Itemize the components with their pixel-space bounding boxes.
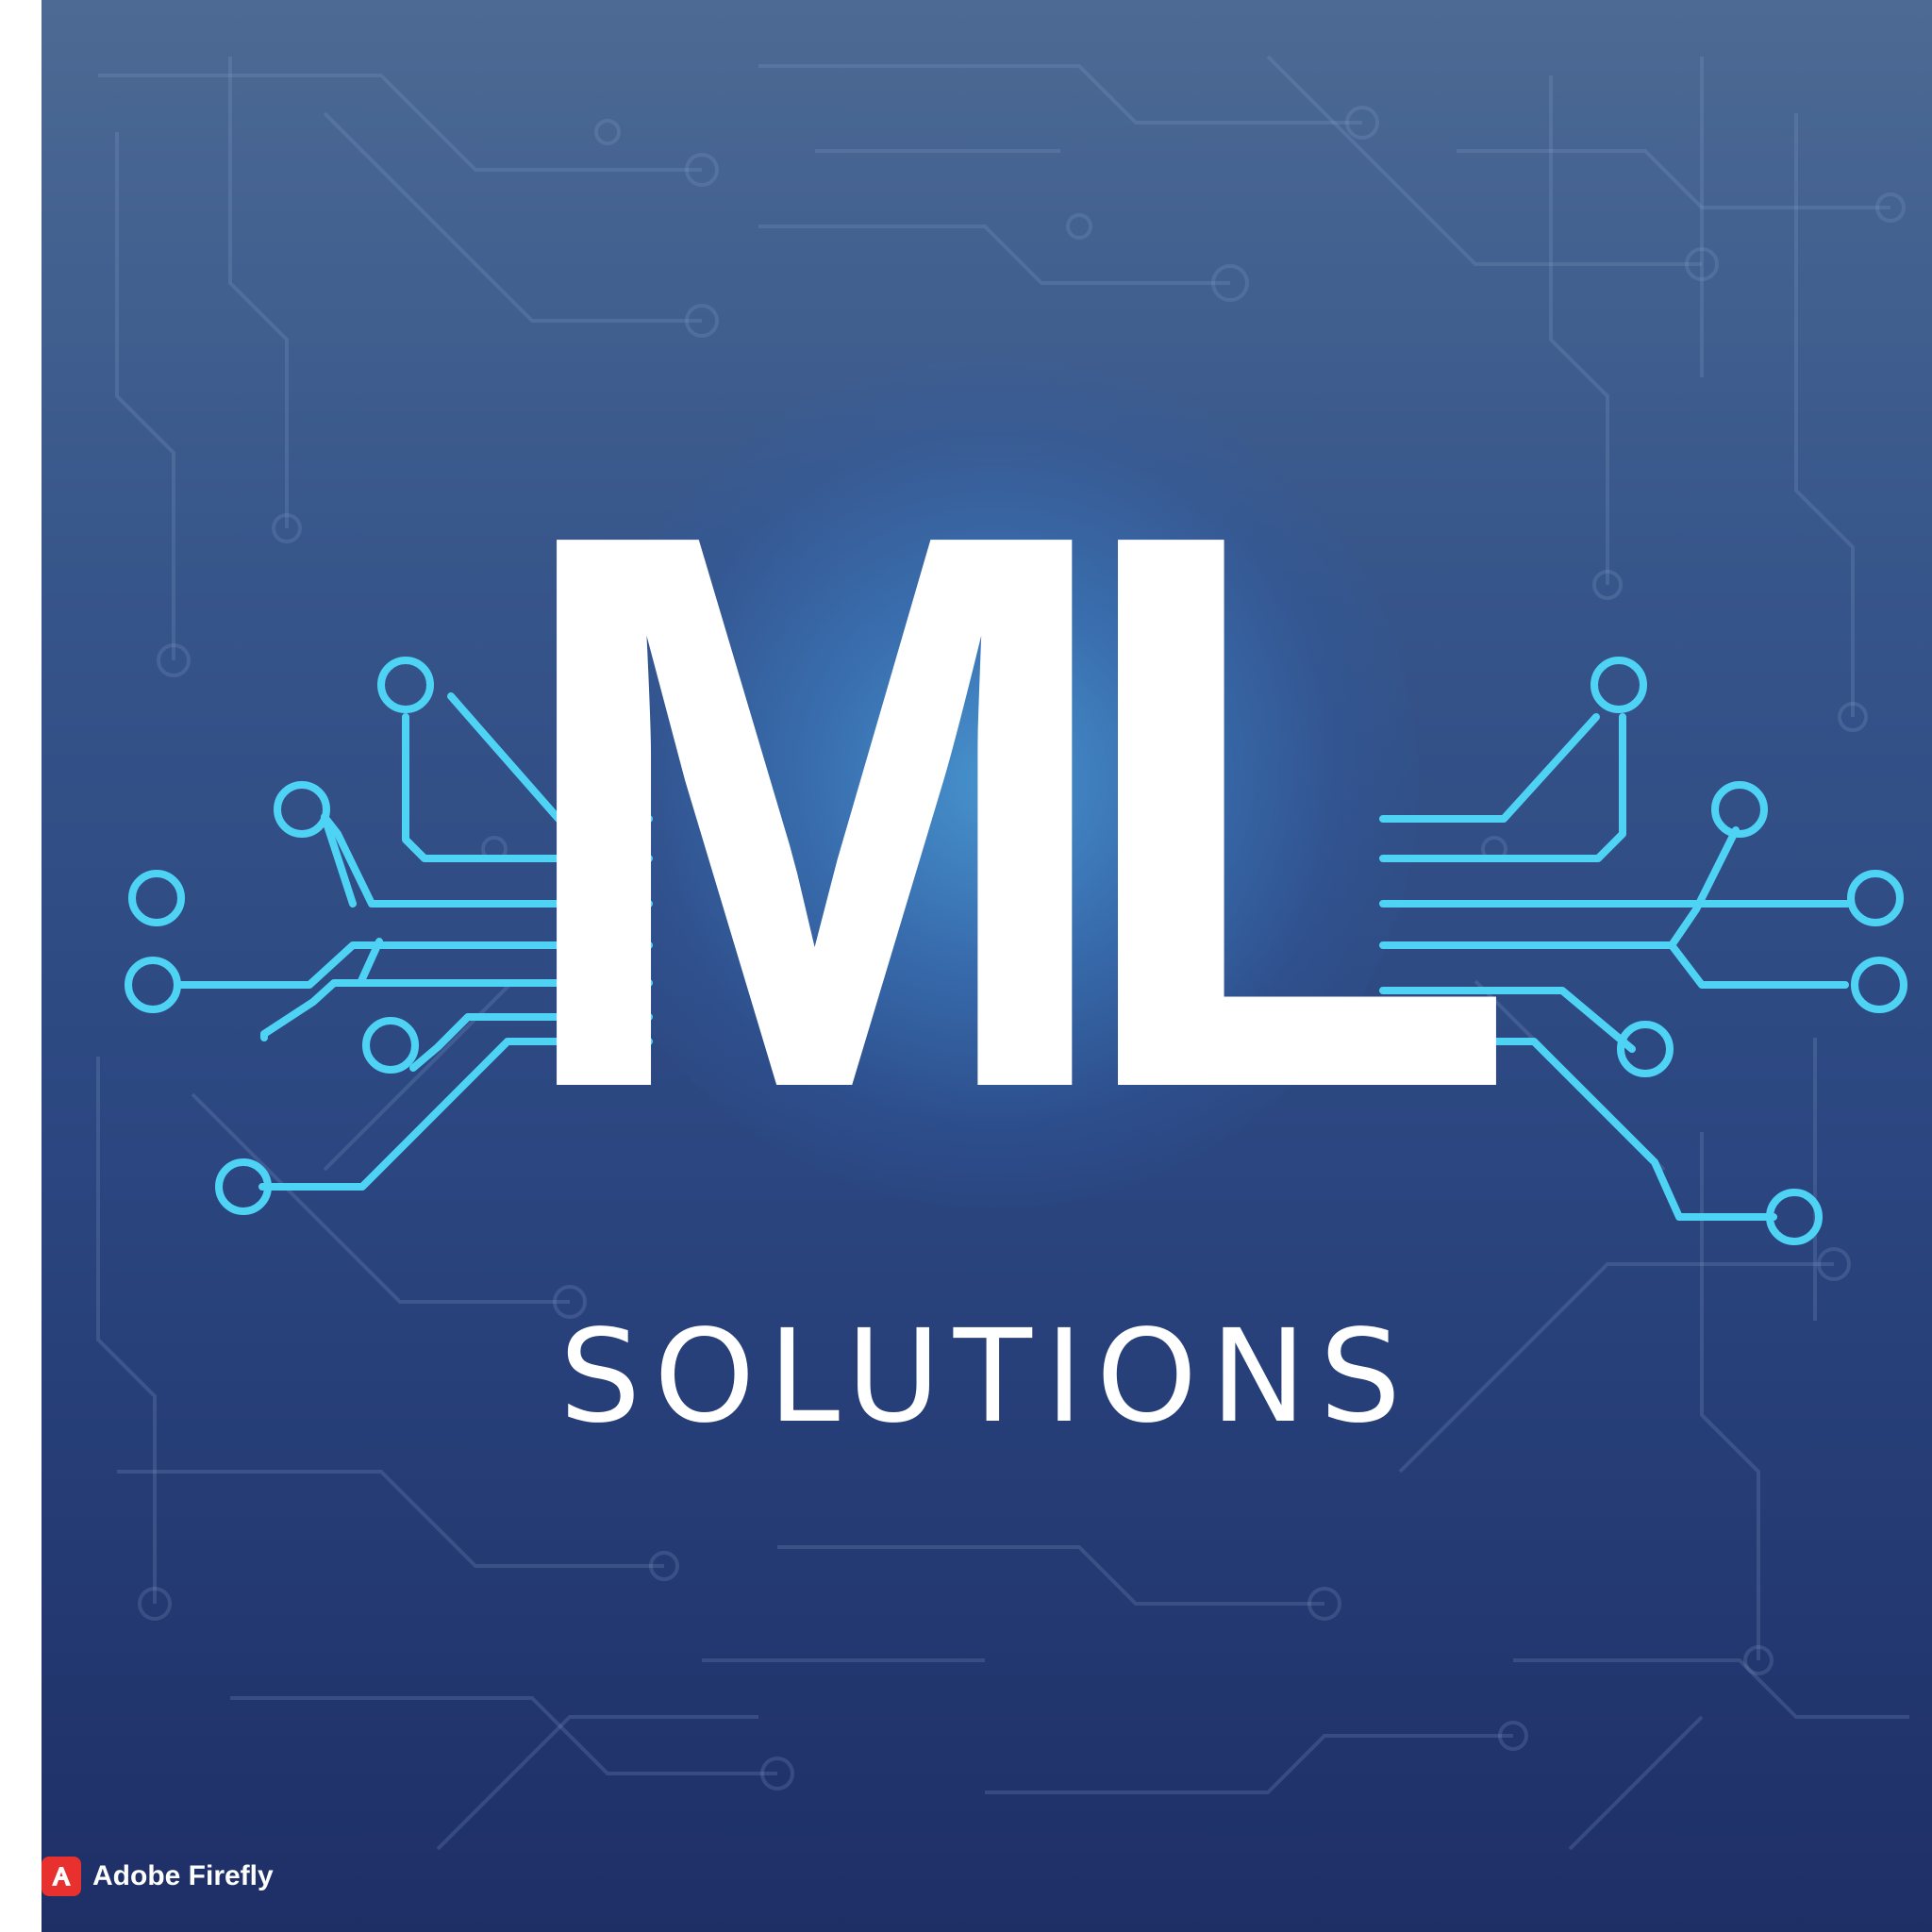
watermark-label: Adobe Firefly [92, 1860, 274, 1891]
logo-monogram: ML [507, 369, 1519, 1254]
adobe-firefly-watermark: Adobe Firefly [42, 1855, 274, 1898]
logo-canvas: ML SOLUTIONS [42, 0, 1932, 1932]
adobe-logo-icon [42, 1857, 81, 1896]
logo-tagline: SOLUTIONS [558, 1303, 1415, 1452]
